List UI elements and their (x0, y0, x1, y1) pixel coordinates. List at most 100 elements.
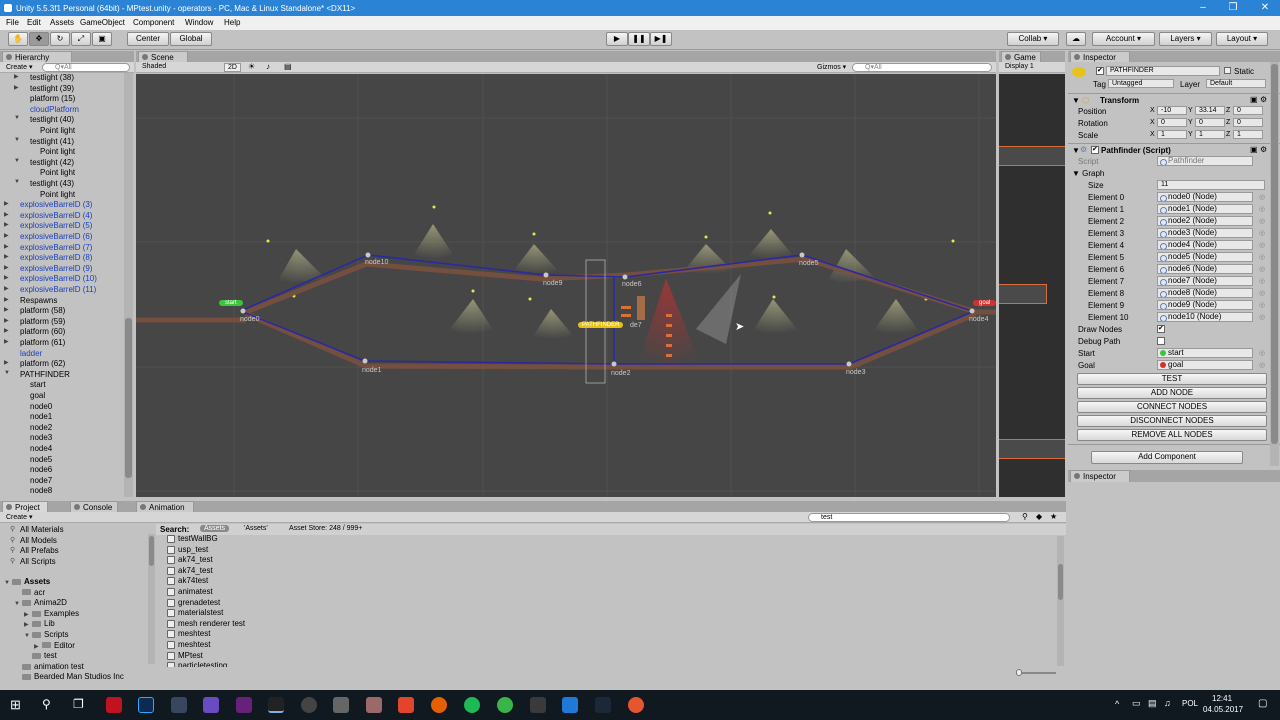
scale-y-input[interactable]: 1 (1195, 130, 1225, 139)
app-icon-3[interactable] (333, 697, 349, 713)
graph-element-field[interactable]: node10 (Node) (1157, 312, 1253, 322)
hand-tool-icon[interactable]: ✋ (8, 32, 28, 46)
foldout-arrow-icon[interactable]: ▼ (14, 179, 22, 185)
hierarchy-item[interactable]: ▶ explosiveBarrelD (9) (0, 264, 92, 275)
project-create-button[interactable]: Create ▾ (6, 513, 32, 521)
position-y-input[interactable]: 33.14 (1195, 106, 1225, 115)
display-dropdown[interactable]: Display 1 (1005, 63, 1034, 70)
asset-list-item[interactable]: ak74_test (160, 555, 213, 566)
goal-picker-icon[interactable]: ◎ (1259, 361, 1265, 369)
graph-element-field[interactable]: node5 (Node) (1157, 252, 1253, 262)
add-node-button[interactable]: ADD NODE (1077, 387, 1267, 399)
layer-dropdown[interactable]: Default (1206, 79, 1266, 88)
pivot-global-button[interactable]: Global (170, 32, 212, 46)
hierarchy-item[interactable]: ▼ testlight (40) (0, 115, 74, 126)
tray-network-icon[interactable]: ▤ (1148, 698, 1157, 709)
object-picker-icon[interactable]: ◎ (1259, 313, 1265, 321)
tray-chevron-icon[interactable]: ^ (1115, 699, 1119, 709)
foldout-arrow-icon[interactable]: ▶ (4, 232, 12, 239)
object-picker-icon[interactable]: ◎ (1259, 241, 1265, 249)
shading-mode-dropdown[interactable]: Shaded (142, 63, 166, 70)
spotify-icon[interactable] (464, 697, 480, 713)
rect-tool-icon[interactable]: ▣ (92, 32, 112, 46)
graph-element-field[interactable]: node7 (Node) (1157, 276, 1253, 286)
asset-list-item[interactable]: mesh renderer test (160, 619, 245, 630)
task-view-icon[interactable]: ❐ (73, 697, 84, 711)
discord-icon[interactable] (171, 697, 187, 713)
foldout-arrow-icon[interactable]: ▶ (4, 296, 12, 303)
foldout-arrow-icon[interactable]: ▶ (4, 211, 12, 218)
project-folder-item[interactable]: ▶ Editor (34, 641, 75, 652)
tray-language[interactable]: POL (1182, 699, 1198, 708)
rotation-x-input[interactable]: 0 (1157, 118, 1187, 127)
graph-element-field[interactable]: node6 (Node) (1157, 264, 1253, 274)
pivot-center-button[interactable]: Center (127, 32, 169, 46)
graph-element-field[interactable]: node2 (Node) (1157, 216, 1253, 226)
hierarchy-item[interactable]: Point light (0, 168, 75, 179)
hierarchy-item[interactable]: ▶ explosiveBarrelD (3) (0, 200, 92, 211)
icon-size-slider-handle[interactable] (1016, 669, 1022, 676)
connect-nodes-button[interactable]: CONNECT NODES (1077, 401, 1267, 413)
graph-element-field[interactable]: node8 (Node) (1157, 288, 1253, 298)
static-checkbox[interactable] (1224, 67, 1231, 74)
app-icon-4[interactable] (366, 697, 382, 713)
hierarchy-item[interactable]: ▶ testlight (39) (0, 84, 74, 95)
foldout-arrow-icon[interactable]: ▶ (4, 285, 12, 292)
favorite-search-item[interactable]: ⚲ All Materials (10, 525, 64, 536)
hierarchy-item[interactable]: cloudPlatform (0, 105, 79, 116)
hierarchy-item[interactable]: node5 (0, 455, 52, 466)
tray-date[interactable]: 04.05.2017 (1203, 705, 1243, 714)
foldout-arrow-icon[interactable]: ▶ (4, 274, 12, 281)
results-scrollbar[interactable] (1057, 536, 1064, 666)
menu-component[interactable]: Component (133, 18, 174, 27)
hierarchy-item[interactable]: ▶ platform (62) (0, 359, 65, 370)
project-folder-item[interactable]: test (24, 651, 57, 662)
steam-icon[interactable] (595, 697, 611, 713)
scene-view[interactable]: node10 node9 node6 node5 node0 node4 nod… (136, 74, 996, 497)
active-checkbox[interactable]: ✔ (1096, 67, 1104, 75)
hierarchy-item[interactable]: ▶ testlight (38) (0, 73, 74, 84)
menu-file[interactable]: File (6, 18, 19, 27)
app-icon-8[interactable] (562, 697, 578, 713)
hierarchy-item[interactable]: node3 (0, 433, 52, 444)
windows-start-icon[interactable]: ⊞ (10, 697, 21, 713)
step-button[interactable]: ▶❚ (650, 32, 672, 46)
project-folder-item[interactable]: Bearded Man Studios Inc (14, 672, 124, 680)
hierarchy-item[interactable]: node8 (0, 486, 52, 497)
account-dropdown[interactable]: Account ▾ (1092, 32, 1155, 46)
size-input[interactable]: 11 (1157, 180, 1265, 190)
disconnect-nodes-button[interactable]: DISCONNECT NODES (1077, 415, 1267, 427)
lighting-toggle-icon[interactable]: ☀ (248, 62, 255, 71)
hierarchy-scrollbar[interactable] (124, 73, 133, 497)
favorite-star-icon[interactable]: ★ (1050, 512, 1057, 521)
debug-path-checkbox[interactable] (1157, 337, 1165, 345)
menu-edit[interactable]: Edit (27, 18, 41, 27)
project-folder-item[interactable]: acr (14, 588, 45, 599)
cloud-icon[interactable]: ☁ (1066, 32, 1086, 46)
goal-gizmo[interactable]: goal (973, 300, 996, 306)
move-tool-icon[interactable]: ✥ (29, 32, 49, 46)
hierarchy-item[interactable]: node2 (0, 423, 52, 434)
script-help-icon[interactable]: ▣ (1250, 145, 1258, 154)
scale-x-input[interactable]: 1 (1157, 130, 1187, 139)
graph-element-field[interactable]: node3 (Node) (1157, 228, 1253, 238)
object-picker-icon[interactable]: ◎ (1259, 217, 1265, 225)
foldout-arrow-icon[interactable]: ▼ (14, 137, 22, 143)
foldout-arrow-icon[interactable]: ▶ (14, 73, 22, 80)
tray-time[interactable]: 12:41 (1212, 694, 1232, 703)
asset-list-item[interactable]: meshtest (160, 629, 210, 640)
hierarchy-item[interactable]: ▶ platform (61) (0, 338, 65, 349)
visual-studio-icon[interactable] (236, 697, 252, 713)
foldout-arrow-icon[interactable]: ▶ (34, 643, 42, 650)
hierarchy-item[interactable]: ladder (0, 349, 42, 360)
foldout-arrow-icon[interactable]: ▶ (14, 84, 22, 91)
asset-list-item[interactable]: MPtest (160, 651, 203, 662)
hierarchy-item[interactable]: start (0, 380, 46, 391)
project-folder-item[interactable]: animation test (14, 662, 84, 673)
graph-element-field[interactable]: node9 (Node) (1157, 300, 1253, 310)
hierarchy-item[interactable]: ▶ explosiveBarrelD (5) (0, 221, 92, 232)
hierarchy-item[interactable]: ▶ explosiveBarrelD (10) (0, 274, 97, 285)
foldout-arrow-icon[interactable]: ▶ (4, 306, 12, 313)
start-gizmo[interactable]: start (219, 300, 243, 306)
object-name-input[interactable]: PATHFINDER (1106, 66, 1220, 76)
